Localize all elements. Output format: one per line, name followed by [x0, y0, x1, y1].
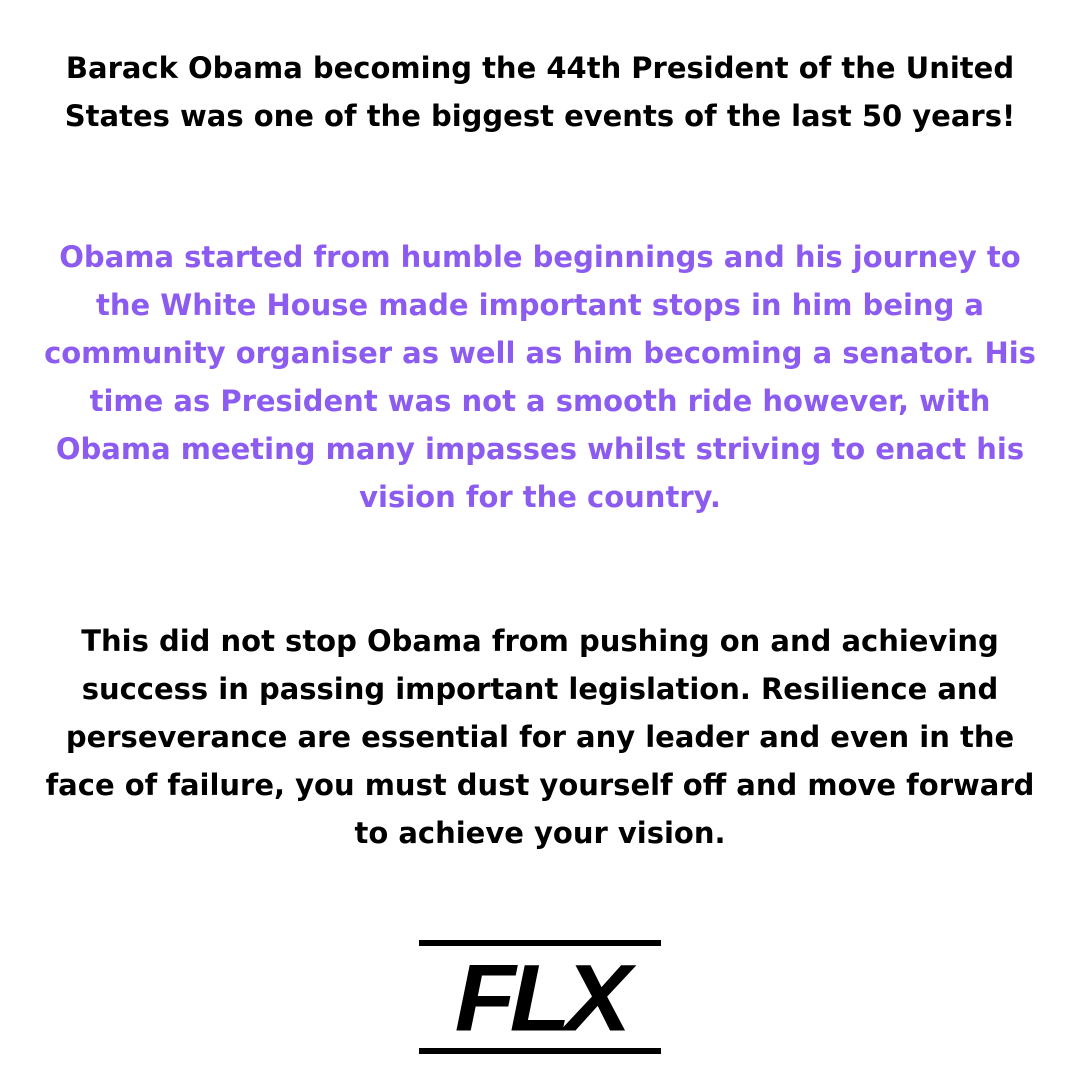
journey-paragraph: Obama started from humble beginnings and…: [44, 240, 1036, 514]
intro-paragraph: Barack Obama becoming the 44th President…: [64, 51, 1016, 133]
flx-logo: FLX: [419, 940, 661, 1058]
post-canvas: Barack Obama becoming the 44th President…: [0, 0, 1080, 1080]
logo-wordmark: FLX: [454, 944, 632, 1052]
logo-bottom-rule: [419, 1048, 661, 1054]
lesson-paragraph: This did not stop Obama from pushing on …: [45, 624, 1035, 850]
